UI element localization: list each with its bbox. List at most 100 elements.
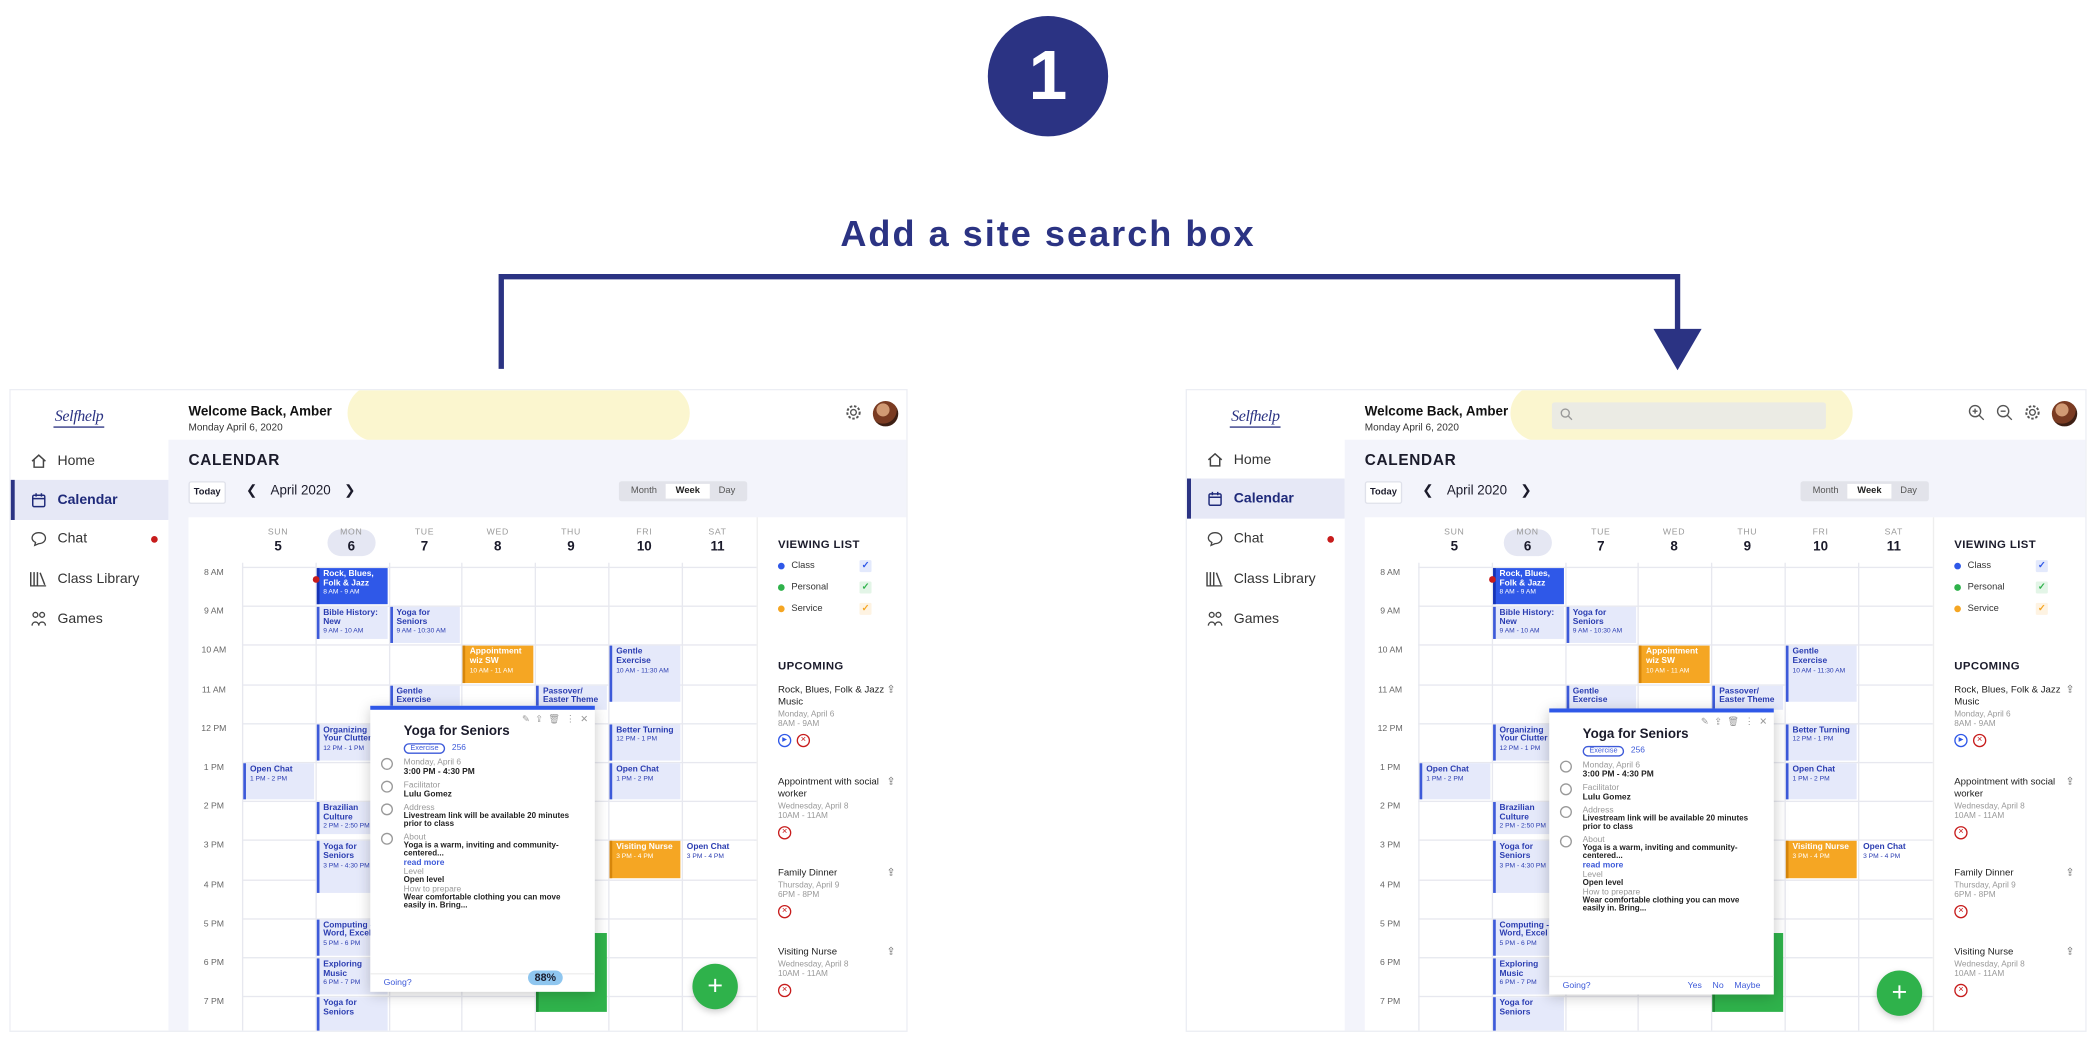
- day-header-tue[interactable]: TUE 7: [1565, 528, 1637, 555]
- play-icon[interactable]: ▸: [1954, 734, 1968, 748]
- calendar-event[interactable]: Visiting Nurse 3 PM - 4 PM: [1785, 841, 1857, 878]
- calendar-event[interactable]: Rock, Blues, Folk & Jazz 8 AM - 9 AM: [1492, 568, 1564, 605]
- upcoming-item[interactable]: Family Dinner Thursday, April 9 6PM - 8PM ×: [777, 866, 885, 919]
- upcoming-item[interactable]: Visiting Nurse Wednesday, April 8 10AM - 1…: [1954, 945, 2061, 998]
- calendar-event[interactable]: Better Turning 12 PM - 1 PM: [609, 724, 681, 761]
- prev-month-icon[interactable]: ❮: [246, 484, 257, 499]
- viewing-filter-class[interactable]: Class ✓: [777, 560, 872, 573]
- share-icon[interactable]: ⇪: [887, 945, 896, 957]
- calendar-event[interactable]: Gentle Exercise 10 AM - 11:30 AM: [1785, 646, 1857, 703]
- avatar[interactable]: [872, 401, 899, 427]
- day-header-fri[interactable]: FRI 10: [608, 528, 680, 555]
- calendar-event[interactable]: Open Chat 1 PM - 2 PM: [1785, 763, 1857, 800]
- search-input[interactable]: [1551, 402, 1826, 430]
- cancel-icon[interactable]: ×: [1972, 734, 1987, 748]
- selfhelp-logo[interactable]: Selfhelp: [53, 406, 105, 428]
- checkbox-checked-icon[interactable]: ✓: [2035, 560, 2048, 573]
- day-header-tue[interactable]: TUE 7: [388, 528, 460, 555]
- sidebar-item-class-library[interactable]: Class Library: [11, 559, 169, 599]
- view-day-button[interactable]: Day: [1891, 484, 1926, 499]
- share-icon[interactable]: ⇪: [2066, 945, 2075, 957]
- day-header-fri[interactable]: FRI 10: [1784, 528, 1856, 555]
- upcoming-item[interactable]: Rock, Blues, Folk & Jazz Music Monday, Ap…: [777, 683, 885, 748]
- checkbox-checked-icon[interactable]: ✓: [2035, 602, 2048, 615]
- share-icon[interactable]: ⇪: [1714, 716, 1722, 727]
- checkbox-checked-icon[interactable]: ✓: [859, 560, 872, 573]
- share-icon[interactable]: ⇪: [887, 866, 896, 878]
- edit-icon[interactable]: ✎: [522, 714, 530, 724]
- upcoming-item[interactable]: Rock, Blues, Folk & Jazz Music Monday, Ap…: [1954, 683, 2061, 748]
- view-week-button[interactable]: Week: [666, 483, 710, 499]
- viewing-filter-service[interactable]: Service ✓: [1954, 602, 2048, 615]
- today-button[interactable]: Today: [1364, 481, 1403, 504]
- view-week-button[interactable]: Week: [1847, 483, 1891, 499]
- settings-gear-icon[interactable]: [2024, 404, 2041, 424]
- view-month-button[interactable]: Month: [1803, 484, 1848, 499]
- zoom-out-icon[interactable]: [1996, 404, 2013, 424]
- calendar-event[interactable]: Rock, Blues, Folk & Jazz 8 AM - 9 AM: [316, 568, 388, 605]
- share-icon[interactable]: ⇪: [2066, 866, 2075, 878]
- calendar-event[interactable]: Appointment wiz SW 10 AM - 11 AM: [463, 646, 534, 683]
- avatar[interactable]: [2051, 401, 2078, 427]
- likes-count[interactable]: 256: [1631, 746, 1645, 755]
- zoom-in-icon[interactable]: [1968, 404, 1985, 424]
- calendar-event[interactable]: Yoga for Seniors 9 AM - 10:30 AM: [389, 607, 461, 644]
- sidebar-item-games[interactable]: Games: [11, 599, 169, 639]
- rsvp-yes-button[interactable]: Yes: [1688, 981, 1702, 990]
- cancel-icon[interactable]: ×: [777, 905, 792, 919]
- category-tag[interactable]: Exercise: [1582, 745, 1625, 757]
- calendar-event[interactable]: Passover/ Easter Theme: [1712, 685, 1784, 710]
- sidebar-item-chat[interactable]: Chat: [11, 519, 169, 559]
- cancel-icon[interactable]: ×: [796, 734, 811, 748]
- day-header-thu[interactable]: THU 9: [1711, 528, 1783, 555]
- rsvp-no-button[interactable]: No: [1713, 981, 1724, 990]
- next-month-icon[interactable]: ❯: [344, 484, 355, 499]
- selfhelp-logo[interactable]: Selfhelp: [1229, 406, 1281, 428]
- more-icon[interactable]: ⋮: [566, 714, 575, 724]
- calendar-event[interactable]: Gentle Exercise 10 AM - 11:30 AM: [609, 646, 681, 703]
- calendar-event[interactable]: Gentle Exercise: [1566, 685, 1637, 710]
- share-icon[interactable]: ⇪: [2066, 775, 2075, 787]
- delete-icon[interactable]: 🗑: [548, 714, 560, 724]
- day-header-sun[interactable]: SUN 5: [242, 528, 314, 555]
- close-icon[interactable]: ✕: [1759, 716, 1767, 727]
- calendar-event[interactable]: Open Chat 1 PM - 2 PM: [609, 763, 681, 800]
- calendar-event[interactable]: Yoga for Seniors 9 AM - 10:30 AM: [1566, 607, 1637, 644]
- read-more-link[interactable]: read more: [1583, 861, 1624, 870]
- viewing-filter-personal[interactable]: Personal ✓: [1954, 581, 2048, 594]
- day-header-sat[interactable]: SAT 11: [681, 528, 753, 555]
- sidebar-item-home[interactable]: Home: [11, 441, 169, 481]
- play-icon[interactable]: ▸: [777, 734, 792, 748]
- view-month-button[interactable]: Month: [622, 484, 667, 499]
- today-button[interactable]: Today: [188, 481, 226, 504]
- share-icon[interactable]: ⇪: [2066, 683, 2075, 695]
- share-icon[interactable]: ⇪: [887, 683, 896, 695]
- view-day-button[interactable]: Day: [709, 484, 744, 499]
- sidebar-item-games[interactable]: Games: [1187, 599, 1345, 639]
- sidebar-item-class-library[interactable]: Class Library: [1187, 559, 1345, 599]
- next-month-icon[interactable]: ❯: [1520, 484, 1531, 499]
- settings-gear-icon[interactable]: [845, 404, 862, 424]
- viewing-filter-personal[interactable]: Personal ✓: [777, 581, 872, 594]
- share-icon[interactable]: ⇪: [535, 714, 543, 724]
- cancel-icon[interactable]: ×: [777, 984, 792, 998]
- checkbox-checked-icon[interactable]: ✓: [2035, 581, 2048, 594]
- calendar-event[interactable]: Open Chat 3 PM - 4 PM: [1859, 841, 1930, 878]
- day-header-mon[interactable]: MON 6: [1491, 528, 1563, 557]
- add-event-button[interactable]: +: [1876, 970, 1923, 1016]
- sidebar-item-calendar[interactable]: Calendar: [1186, 478, 1345, 519]
- sidebar-item-home[interactable]: Home: [1187, 440, 1345, 480]
- calendar-event[interactable]: Open Chat 1 PM - 2 PM: [243, 763, 314, 800]
- checkbox-checked-icon[interactable]: ✓: [859, 581, 872, 594]
- more-icon[interactable]: ⋮: [1745, 716, 1754, 727]
- calendar-event[interactable]: Yoga for Seniors: [1492, 997, 1564, 1031]
- day-header-sun[interactable]: SUN 5: [1418, 528, 1490, 555]
- calendar-event[interactable]: Bible History: New 9 AM - 10 AM: [1492, 607, 1564, 640]
- sidebar-item-calendar[interactable]: Calendar: [10, 479, 169, 520]
- prev-month-icon[interactable]: ❮: [1422, 484, 1433, 499]
- viewing-filter-class[interactable]: Class ✓: [1954, 560, 2048, 573]
- checkbox-checked-icon[interactable]: ✓: [859, 602, 872, 615]
- cancel-icon[interactable]: ×: [777, 826, 792, 840]
- upcoming-item[interactable]: Appointment with social worker Wednesday,…: [1954, 775, 2061, 840]
- read-more-link[interactable]: read more: [404, 858, 445, 867]
